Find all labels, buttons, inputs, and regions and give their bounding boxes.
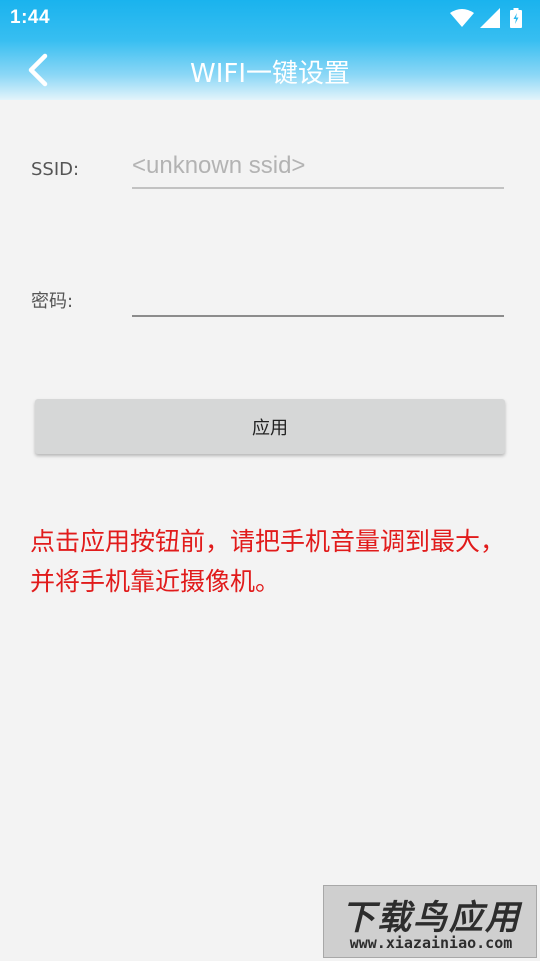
ssid-input[interactable] [132, 149, 504, 189]
watermark-logo: 下载鸟应用 [341, 898, 521, 938]
signal-icon [480, 8, 500, 28]
wifi-setup-screen: 1:44 WIFI一键设置 SSID: <unknown ssid> 密码: 应… [0, 0, 540, 961]
watermark-url: www.xiazainiao.com [349, 934, 513, 952]
password-input[interactable] [132, 277, 504, 317]
ssid-label: SSID: [31, 159, 80, 180]
battery-icon [510, 8, 522, 28]
watermark: 下载鸟应用 www.xiazainiao.com [323, 885, 537, 958]
page-title: WIFI一键设置 [190, 59, 350, 89]
apply-button[interactable]: 应用 [35, 399, 505, 454]
app-header: 1:44 WIFI一键设置 [0, 0, 540, 100]
status-time: 1:44 [10, 7, 51, 28]
password-label: 密码: [31, 291, 74, 312]
hint-text: 点击应用按钮前，请把手机音量调到最大，并将手机靠近摄像机。 [30, 527, 506, 596]
wifi-icon [450, 8, 474, 28]
status-icons [450, 8, 530, 28]
status-bar: 1:44 [0, 0, 540, 36]
